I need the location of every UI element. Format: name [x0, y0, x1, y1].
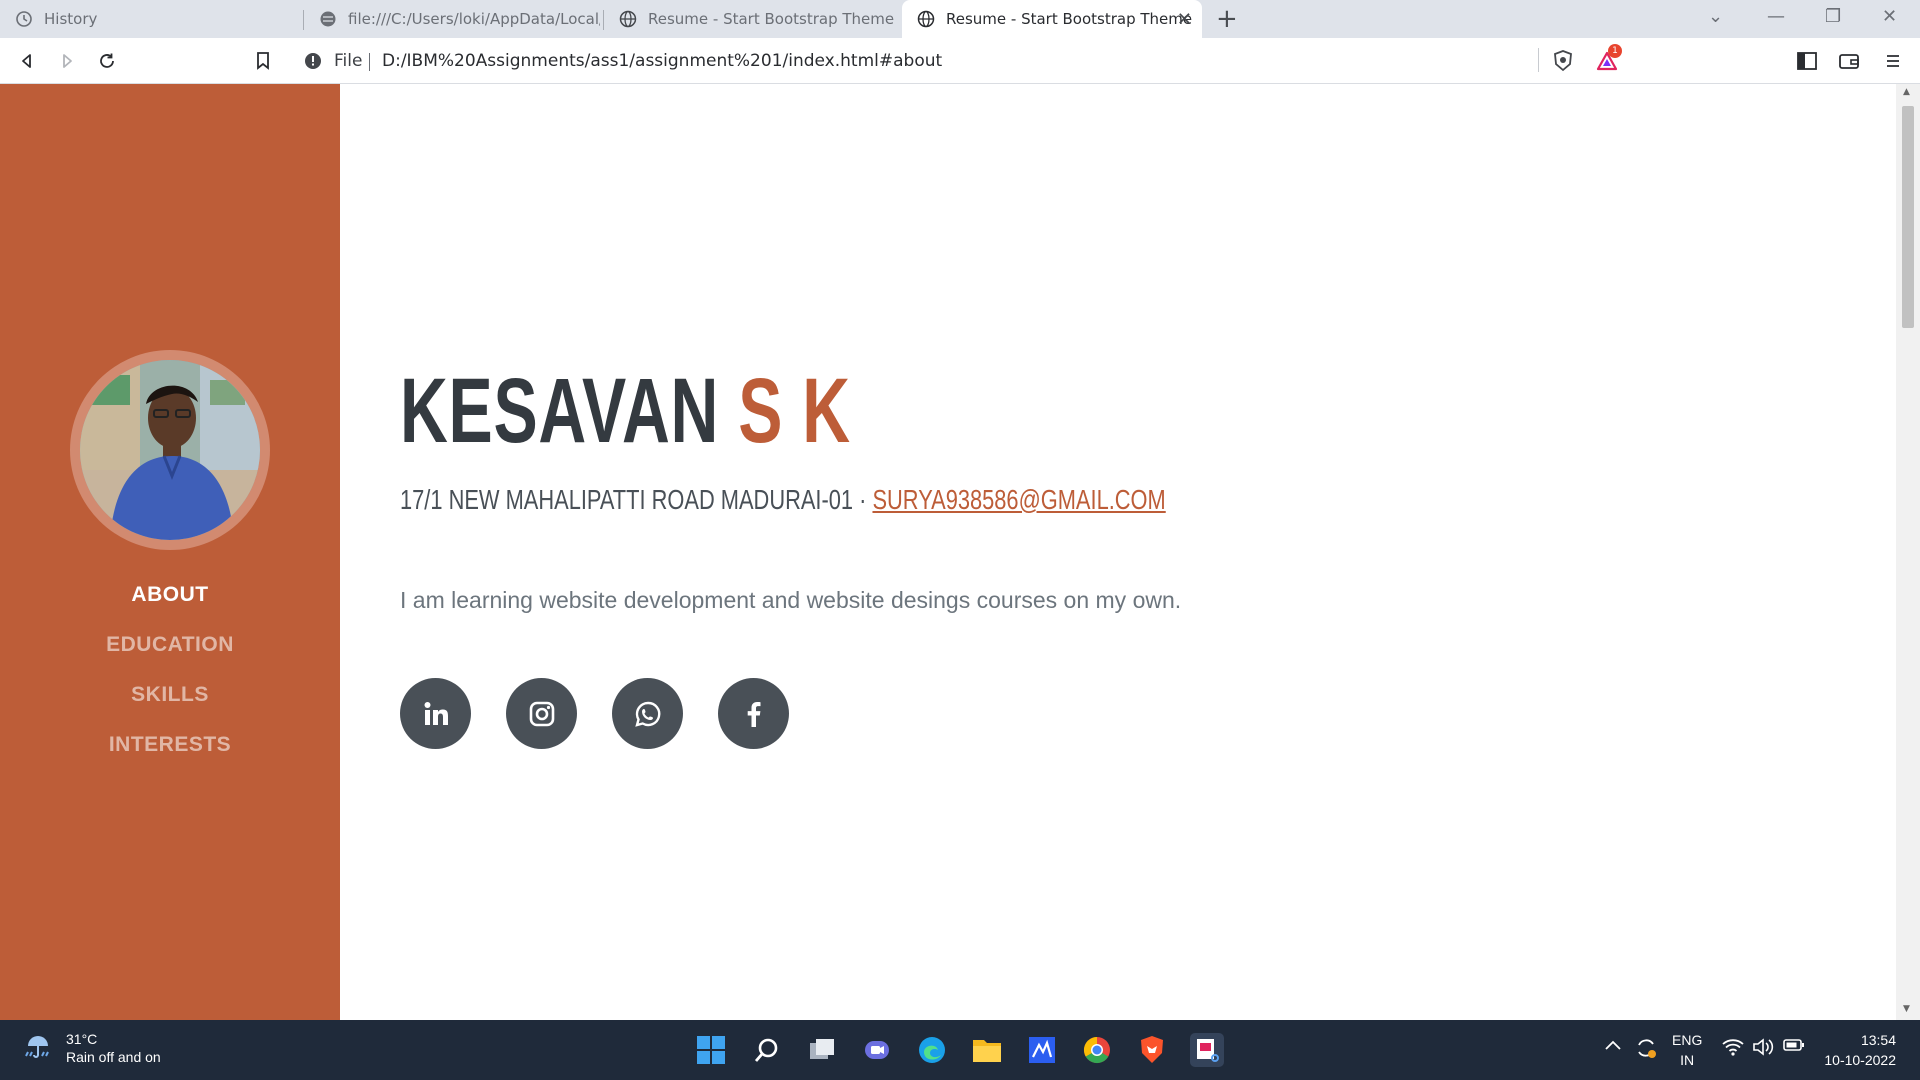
taskbar: 31°C Rain off and on ENG IN 13:54 10-10-…	[0, 1020, 1920, 1080]
brave-rewards-icon[interactable]: 1	[1594, 44, 1622, 74]
contact-line: 17/1 NEW MAHALIPATTI ROAD MADURAI-01 · S…	[400, 484, 1166, 516]
vscode-like-app-icon[interactable]	[1025, 1033, 1059, 1067]
rain-cloud-icon	[22, 1030, 54, 1066]
url-scheme-label: File	[334, 51, 363, 71]
url-text[interactable]: D:/IBM%20Assignments/ass1/assignment%201…	[382, 51, 942, 71]
sync-icon[interactable]	[1634, 1036, 1658, 1063]
whatsapp-icon[interactable]	[612, 678, 683, 749]
close-icon[interactable]: ✕	[1177, 9, 1192, 30]
back-icon[interactable]	[14, 48, 40, 74]
social-icons	[400, 678, 789, 749]
globe-icon	[618, 9, 638, 29]
rewards-badge: 1	[1608, 44, 1622, 58]
language-code: ENG	[1672, 1032, 1703, 1048]
weather-temp: 31°C	[66, 1031, 98, 1047]
menu-icon[interactable]	[1880, 48, 1906, 74]
nav-item-skills[interactable]: SKILLS	[0, 670, 340, 720]
region-code: IN	[1680, 1052, 1695, 1068]
avatar-frame	[70, 350, 270, 550]
page-scrollbar[interactable]: ▲ ▼	[1896, 84, 1920, 1020]
intro-text: I am learning website development and we…	[400, 587, 1182, 613]
tab-history[interactable]: History	[0, 0, 300, 38]
about-section: KESAVAN S K 17/1 NEW MAHALIPATTI ROAD MA…	[340, 84, 1896, 1020]
new-tab-button[interactable]: +	[1216, 4, 1238, 34]
volume-icon[interactable]	[1752, 1038, 1774, 1059]
wallet-icon[interactable]	[1836, 48, 1862, 74]
browser-toolbar: File D:/IBM%20Assignments/ass1/assignmen…	[0, 38, 1920, 84]
minimize-icon[interactable]: —	[1767, 6, 1785, 27]
sidebar-toggle-icon[interactable]	[1794, 48, 1820, 74]
sidebar: ABOUT EDUCATION SKILLS INTERESTS	[0, 84, 340, 1020]
tab-resume[interactable]: Resume - Start Bootstrap Theme	[604, 0, 900, 38]
nav-item-education[interactable]: EDUCATION	[0, 620, 340, 670]
facebook-icon[interactable]	[718, 678, 789, 749]
browser-tab-strip: History file:///C:/Users/loki/AppData/Lo…	[0, 0, 1920, 38]
globe-icon	[318, 9, 338, 29]
teams-chat-icon[interactable]	[860, 1033, 894, 1067]
info-icon[interactable]	[304, 52, 322, 74]
task-view-icon[interactable]	[805, 1033, 839, 1067]
globe-icon	[916, 9, 936, 29]
tab-title: Resume - Start Bootstrap Theme	[946, 10, 1193, 28]
window-close-icon[interactable]: ✕	[1882, 6, 1897, 27]
brave-shields-icon[interactable]	[1550, 48, 1576, 74]
reload-icon[interactable]	[94, 48, 120, 74]
weather-desc: Rain off and on	[66, 1049, 161, 1065]
history-icon	[14, 9, 34, 29]
edge-browser-icon[interactable]	[915, 1033, 949, 1067]
scroll-up-icon[interactable]: ▲	[1903, 87, 1910, 97]
chrome-icon[interactable]	[1080, 1033, 1114, 1067]
page-title: KESAVAN S K	[400, 359, 851, 464]
file-explorer-icon[interactable]	[970, 1033, 1004, 1067]
instagram-icon[interactable]	[506, 678, 577, 749]
system-clock[interactable]: 13:54 10-10-2022	[1824, 1030, 1896, 1070]
bookmark-icon[interactable]	[250, 48, 276, 74]
last-name: S K	[738, 360, 851, 462]
restore-icon[interactable]: ❐	[1825, 6, 1841, 27]
nav-item-about[interactable]: ABOUT	[0, 570, 340, 620]
tab-search-chevron-icon[interactable]: ⌄	[1708, 6, 1723, 27]
clock-date: 10-10-2022	[1824, 1052, 1896, 1068]
wifi-icon[interactable]	[1722, 1038, 1744, 1059]
tab-title: Resume - Start Bootstrap Theme	[648, 10, 895, 28]
weather-widget[interactable]: 31°C Rain off and on	[22, 1030, 161, 1066]
brave-icon[interactable]	[1135, 1033, 1169, 1067]
avatar	[80, 360, 260, 540]
language-indicator[interactable]: ENG IN	[1672, 1030, 1702, 1070]
search-icon[interactable]	[750, 1033, 784, 1067]
toolbar-divider	[1538, 48, 1539, 72]
sidebar-nav: ABOUT EDUCATION SKILLS INTERESTS	[0, 570, 340, 770]
windows-start-icon[interactable]	[694, 1033, 728, 1067]
scrollbar-thumb[interactable]	[1902, 106, 1914, 328]
tab-file[interactable]: file:///C:/Users/loki/AppData/Local/Mi	[304, 0, 600, 38]
scroll-down-icon[interactable]: ▼	[1903, 1004, 1910, 1014]
tab-title: History	[44, 10, 98, 28]
email-link[interactable]: SURYA938586@GMAIL.COM	[872, 484, 1165, 515]
nav-item-interests[interactable]: INTERESTS	[0, 720, 340, 770]
battery-icon[interactable]	[1783, 1038, 1805, 1055]
tab-title: file:///C:/Users/loki/AppData/Local/Mi	[348, 10, 600, 28]
address-text: 17/1 NEW MAHALIPATTI ROAD MADURAI-01 ·	[400, 484, 873, 515]
first-name: KESAVAN	[400, 360, 720, 462]
address-bar[interactable]: File D:/IBM%20Assignments/ass1/assignmen…	[292, 43, 1628, 79]
linkedin-icon[interactable]	[400, 678, 471, 749]
snipping-tool-icon[interactable]	[1190, 1033, 1224, 1067]
tab-resume-active[interactable]: Resume - Start Bootstrap Theme ✕	[902, 0, 1202, 38]
chevron-up-icon[interactable]	[1604, 1038, 1622, 1055]
forward-icon[interactable]	[54, 48, 80, 74]
url-divider	[369, 53, 370, 71]
clock-time: 13:54	[1860, 1032, 1896, 1048]
